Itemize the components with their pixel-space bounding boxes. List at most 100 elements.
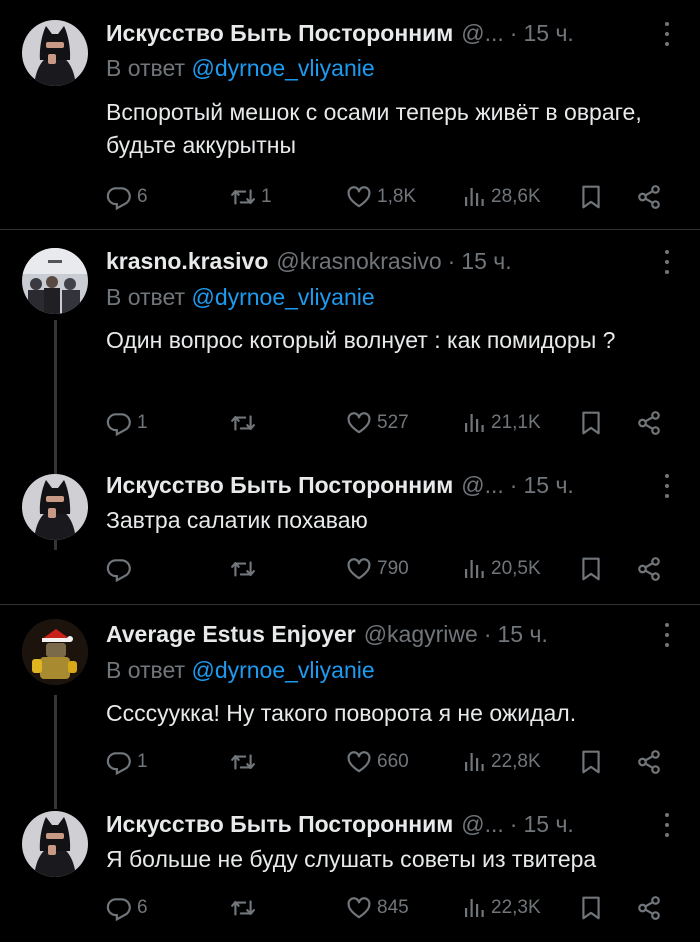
reply-button[interactable]: 1	[106, 406, 148, 440]
repost-button[interactable]: 1	[230, 180, 272, 214]
author-name[interactable]: Average Estus Enjoyer	[106, 621, 356, 648]
tweet[interactable]: krasno.krasivo @krasnokrasivo · 15 ч. В …	[0, 230, 700, 604]
like-button[interactable]: 660	[346, 745, 409, 779]
author-name[interactable]: krasno.krasivo	[106, 248, 268, 275]
author-name[interactable]: Искусство Быть Посторонним	[106, 20, 453, 47]
bookmark-button[interactable]	[578, 745, 604, 779]
share-button[interactable]	[636, 406, 662, 440]
views-count: 28,6K	[491, 186, 541, 207]
author-handle[interactable]: @...	[461, 472, 504, 499]
like-button[interactable]: 1,8K	[346, 180, 416, 214]
like-button[interactable]: 527	[346, 406, 409, 440]
bookmark-icon	[578, 749, 604, 775]
repost-button[interactable]	[230, 552, 261, 586]
author-handle[interactable]: @...	[461, 811, 504, 838]
tweet-text: Завтра салатик похаваю	[106, 507, 368, 533]
reply-count: 6	[137, 897, 148, 918]
share-button[interactable]	[636, 891, 662, 925]
reply-button[interactable]: 1	[106, 745, 148, 779]
share-button[interactable]	[636, 180, 662, 214]
avatar-image	[22, 248, 88, 314]
share-icon	[636, 895, 662, 921]
reply-context: В ответ @dyrnoe_vliyanie	[106, 284, 375, 311]
timestamp[interactable]: 15 ч.	[523, 811, 573, 838]
timestamp[interactable]: 15 ч.	[523, 472, 573, 499]
tweet-text: Я больше не буду слушать советы из твите…	[106, 846, 597, 872]
timestamp[interactable]: 15 ч.	[461, 248, 511, 275]
action-bar: 790 20,5K	[106, 552, 676, 586]
author-name[interactable]: Искусство Быть Посторонним	[106, 811, 453, 838]
reply-button[interactable]: 6	[106, 180, 148, 214]
more-icon[interactable]	[664, 813, 670, 837]
repost-button[interactable]	[230, 745, 261, 779]
views-count: 22,3K	[491, 897, 541, 918]
views-button[interactable]: 28,6K	[462, 180, 541, 214]
tweet[interactable]: Искусство Быть Посторонним @... · 15 ч. …	[0, 0, 700, 229]
author-handle[interactable]: @kagyriwe	[364, 621, 478, 648]
views-count: 21,1K	[491, 412, 541, 433]
like-button[interactable]: 790	[346, 552, 409, 586]
share-button[interactable]	[636, 552, 662, 586]
separator-dot: ·	[509, 19, 518, 46]
avatar[interactable]	[22, 20, 88, 86]
like-count: 790	[377, 558, 409, 579]
share-icon	[636, 410, 662, 436]
views-button[interactable]: 22,3K	[462, 891, 541, 925]
avatar[interactable]	[22, 248, 88, 314]
tweet-header: Искусство Быть Посторонним @... · 15 ч.	[106, 468, 574, 502]
author-name[interactable]: Искусство Быть Посторонним	[106, 472, 453, 499]
share-button[interactable]	[636, 745, 662, 779]
separator-dot: ·	[483, 620, 492, 647]
views-button[interactable]: 22,8K	[462, 745, 541, 779]
heart-icon	[346, 749, 372, 775]
like-count: 1,8K	[377, 186, 417, 207]
bookmark-button[interactable]	[578, 552, 604, 586]
reply-mention-link[interactable]: @dyrnoe_vliyanie	[191, 657, 374, 683]
repost-icon	[230, 749, 256, 775]
tweet[interactable]: Average Estus Enjoyer @kagyriwe · 15 ч. …	[0, 605, 700, 942]
reply-count: 1	[137, 751, 148, 772]
bookmark-button[interactable]	[578, 180, 604, 214]
share-icon	[636, 749, 662, 775]
bookmark-icon	[578, 556, 604, 582]
more-icon[interactable]	[664, 250, 670, 274]
timestamp[interactable]: 15 ч.	[497, 621, 547, 648]
repost-icon	[230, 184, 256, 210]
share-icon	[636, 184, 662, 210]
timestamp[interactable]: 15 ч.	[523, 20, 573, 47]
author-handle[interactable]: @krasnokrasivo	[276, 248, 441, 275]
reply-button[interactable]: 6	[106, 891, 148, 925]
reply-context: В ответ @dyrnoe_vliyanie	[106, 55, 375, 82]
views-button[interactable]: 20,5K	[462, 552, 541, 586]
like-count: 527	[377, 412, 409, 433]
tweet-header: Искусство Быть Посторонним @... · 15 ч.	[106, 16, 574, 50]
views-count: 22,8K	[491, 751, 541, 772]
reply-button[interactable]	[106, 552, 137, 586]
reply-count: 6	[137, 186, 148, 207]
views-count: 20,5K	[491, 558, 541, 579]
reply-mention-link[interactable]: @dyrnoe_vliyanie	[191, 55, 374, 81]
like-button[interactable]: 845	[346, 891, 409, 925]
tweet-header: krasno.krasivo @krasnokrasivo · 15 ч.	[106, 244, 512, 278]
reply-icon	[106, 556, 132, 582]
repost-icon	[230, 556, 256, 582]
separator-dot: ·	[509, 471, 518, 498]
more-icon[interactable]	[664, 474, 670, 498]
avatar[interactable]	[22, 619, 88, 685]
repost-button[interactable]	[230, 406, 261, 440]
avatar[interactable]	[22, 474, 88, 540]
reply-mention-link[interactable]: @dyrnoe_vliyanie	[191, 284, 374, 310]
author-handle[interactable]: @...	[461, 20, 504, 47]
bookmark-button[interactable]	[578, 406, 604, 440]
avatar[interactable]	[22, 811, 88, 877]
bookmark-button[interactable]	[578, 891, 604, 925]
reply-prefix: В ответ	[106, 284, 186, 310]
reply-context: В ответ @dyrnoe_vliyanie	[106, 657, 375, 684]
more-icon[interactable]	[664, 623, 670, 647]
bookmark-icon	[578, 895, 604, 921]
views-button[interactable]: 21,1K	[462, 406, 541, 440]
more-icon[interactable]	[664, 22, 670, 46]
views-icon	[462, 185, 486, 209]
thread-line	[54, 695, 57, 809]
repost-button[interactable]	[230, 891, 261, 925]
